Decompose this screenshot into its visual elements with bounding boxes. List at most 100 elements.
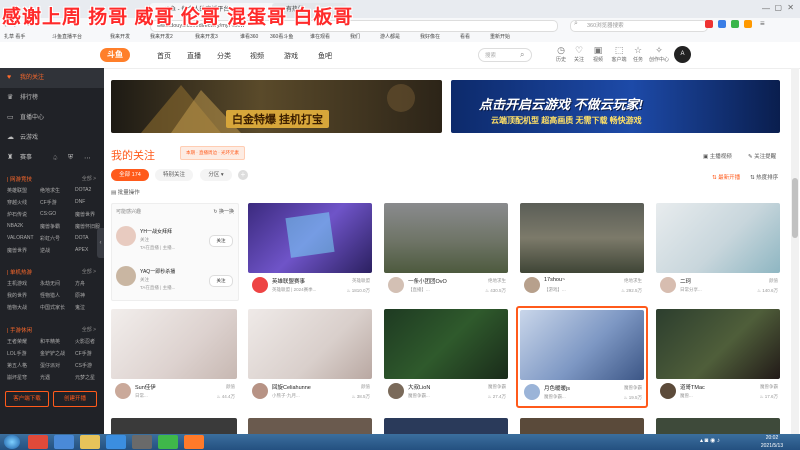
wechat-icon[interactable]	[158, 435, 178, 449]
sidebar-item-cloud-game[interactable]: ☁ 云游戏	[0, 128, 104, 148]
category-link[interactable]: 王者荣耀	[7, 338, 27, 345]
category-link[interactable]: 绝地求生	[40, 187, 60, 194]
video-button[interactable]: ▣ 视频	[588, 45, 608, 63]
bookmark-item[interactable]: 我好像在	[420, 33, 440, 40]
stream-title[interactable]: Sun佳伊	[135, 383, 203, 391]
recommend-name[interactable]: YAQ一即秒杀播	[140, 268, 175, 275]
category-link[interactable]: 魔兽世界	[7, 247, 27, 254]
stream-category[interactable]: 颜值	[361, 384, 370, 390]
batch-operation-button[interactable]: ▤ 批量操作	[111, 188, 140, 196]
history-button[interactable]: ◷ 历史	[551, 45, 571, 63]
stream-thumbnail[interactable]	[656, 418, 780, 434]
stream-thumbnail[interactable]	[656, 203, 780, 273]
more-icon[interactable]: ⋯	[84, 154, 91, 162]
scrollbar-thumb[interactable]	[792, 178, 798, 238]
avatar[interactable]	[388, 383, 404, 399]
nav-home[interactable]: 首页	[157, 51, 171, 61]
avatar[interactable]	[252, 277, 268, 293]
filter-special[interactable]: 特别关注	[155, 169, 193, 181]
stream-card[interactable]: 回旋Celiahunne 小熊子·九月... 颜值 ♨ 38.5万	[248, 309, 372, 405]
category-link[interactable]: 方舟	[75, 280, 85, 287]
bookmark-item[interactable]: 我来开发2	[150, 33, 173, 40]
banner-right[interactable]: 点击开启云游戏 不做云玩家! 云端顶配机型 超高画质 无需下载 畅快游戏	[451, 80, 780, 133]
category-link[interactable]: 主机游戏	[7, 280, 27, 287]
nav-video[interactable]: 视频	[250, 51, 264, 61]
scrollbar[interactable]	[791, 68, 799, 434]
stream-category[interactable]: 魔兽争霸	[760, 384, 778, 390]
stream-category[interactable]: 魔兽争霸	[624, 385, 642, 391]
extension-icon[interactable]	[744, 20, 752, 28]
section-more-link[interactable]: 全部 >	[82, 326, 96, 333]
category-link[interactable]: 魔兽世界	[75, 211, 95, 218]
stream-thumbnail[interactable]	[384, 418, 508, 434]
avatar[interactable]	[116, 266, 136, 286]
stream-thumbnail[interactable]	[248, 203, 372, 273]
minimize-icon[interactable]: —	[762, 4, 770, 13]
close-icon[interactable]: ✕	[787, 3, 794, 12]
stream-title[interactable]: 一条小团团OvO	[408, 277, 476, 285]
douyu-app-icon[interactable]	[184, 435, 204, 449]
category-link[interactable]: 彩虹六号	[40, 235, 60, 242]
stream-card[interactable]: 二珂 日常分享... 颜值 ♨ 140.6万	[656, 203, 780, 299]
category-link[interactable]: 怪物猎人	[40, 292, 60, 299]
recommend-name[interactable]: YH一战女拜拜	[140, 228, 172, 235]
sidebar-item-follow[interactable]: ♥ 我的关注	[0, 68, 104, 88]
stream-thumbnail[interactable]	[384, 203, 508, 273]
stream-category[interactable]: 绝地求生	[624, 278, 642, 284]
stream-thumbnail[interactable]	[520, 310, 644, 380]
extension-icon[interactable]	[731, 20, 739, 28]
follow-button[interactable]: ♡ 关注	[569, 45, 589, 63]
category-link[interactable]: 鬼泣	[75, 304, 85, 311]
category-link[interactable]: NBA2K	[7, 223, 23, 229]
avatar[interactable]	[115, 383, 131, 399]
follow-button[interactable]: 关注	[209, 275, 233, 287]
folder-icon[interactable]	[80, 435, 100, 449]
bookmark-item[interactable]: 扎草 看手	[4, 33, 25, 40]
stream-thumbnail[interactable]	[520, 203, 644, 273]
shield-icon[interactable]: ⛨	[68, 154, 73, 162]
category-link[interactable]: 第五人格	[7, 362, 27, 369]
category-link[interactable]: 和平精英	[40, 338, 60, 345]
sort-latest-button[interactable]: ⇅ 最新开播	[712, 173, 740, 181]
category-link[interactable]: 炉石传说	[7, 211, 27, 218]
stream-title[interactable]: 月色暖暖js	[544, 384, 612, 392]
stream-thumbnail[interactable]	[111, 418, 237, 434]
stream-card[interactable]: 17shou~ 【游戏】... 绝地求生 ♨ 292.5万	[520, 203, 644, 299]
nav-category[interactable]: 分类	[217, 51, 231, 61]
start-button-icon[interactable]	[4, 435, 20, 449]
category-link[interactable]: 我的世界	[7, 292, 27, 299]
category-link[interactable]: DOTA2	[75, 187, 91, 193]
add-group-icon[interactable]: +	[238, 170, 248, 180]
stream-thumbnail[interactable]	[384, 309, 508, 379]
sidebar-collapse-handle[interactable]: ‹	[97, 228, 104, 258]
category-link[interactable]: 中国式家长	[40, 304, 65, 311]
filter-group[interactable]: 分区 ▾	[200, 169, 232, 181]
sidebar-item-ranking[interactable]: ♛ 排行榜	[0, 88, 104, 108]
bookmark-item[interactable]: 谁看360	[240, 33, 258, 40]
category-link[interactable]: 穿越火线	[7, 199, 27, 206]
tray-icons[interactable]: ▴ ◙ ◉ ♪	[700, 437, 720, 444]
start-stream-button[interactable]: 创建开播	[53, 391, 97, 407]
category-link[interactable]: VALORANT	[7, 235, 34, 241]
stream-title[interactable]: 英雄联盟赛事	[272, 277, 340, 285]
refresh-button[interactable]: ↻ 换一换	[213, 208, 234, 215]
creator-button[interactable]: ✧ 创作中心	[646, 45, 672, 63]
browser-search-input[interactable]: 360浏览器搜索	[570, 20, 708, 32]
follow-button[interactable]: 关注	[209, 235, 233, 247]
stream-title[interactable]: 道哥TMac	[680, 383, 748, 391]
category-link[interactable]: 原神	[75, 292, 85, 299]
sidebar-item-live-center[interactable]: ▭ 直播中心	[0, 108, 104, 128]
category-link[interactable]: DOTA	[75, 235, 89, 241]
filter-all[interactable]: 全部 174	[111, 169, 149, 181]
category-link[interactable]: 蛋仔派对	[40, 362, 60, 369]
promo-badge[interactable]: 本期 · 直播周边 · 光环元素	[180, 146, 245, 160]
avatar[interactable]	[524, 277, 540, 293]
category-link[interactable]: DNF	[75, 199, 85, 205]
extension-icon[interactable]	[705, 20, 713, 28]
section-more-link[interactable]: 全部 >	[82, 268, 96, 275]
category-link[interactable]: 英雄联盟	[7, 187, 27, 194]
follow-reminder-link[interactable]: ✎ 关注提醒	[748, 152, 776, 160]
app-icon[interactable]	[106, 435, 126, 449]
category-link[interactable]: 元梦之星	[75, 374, 95, 381]
bookmark-item[interactable]: 我来开发	[110, 33, 130, 40]
